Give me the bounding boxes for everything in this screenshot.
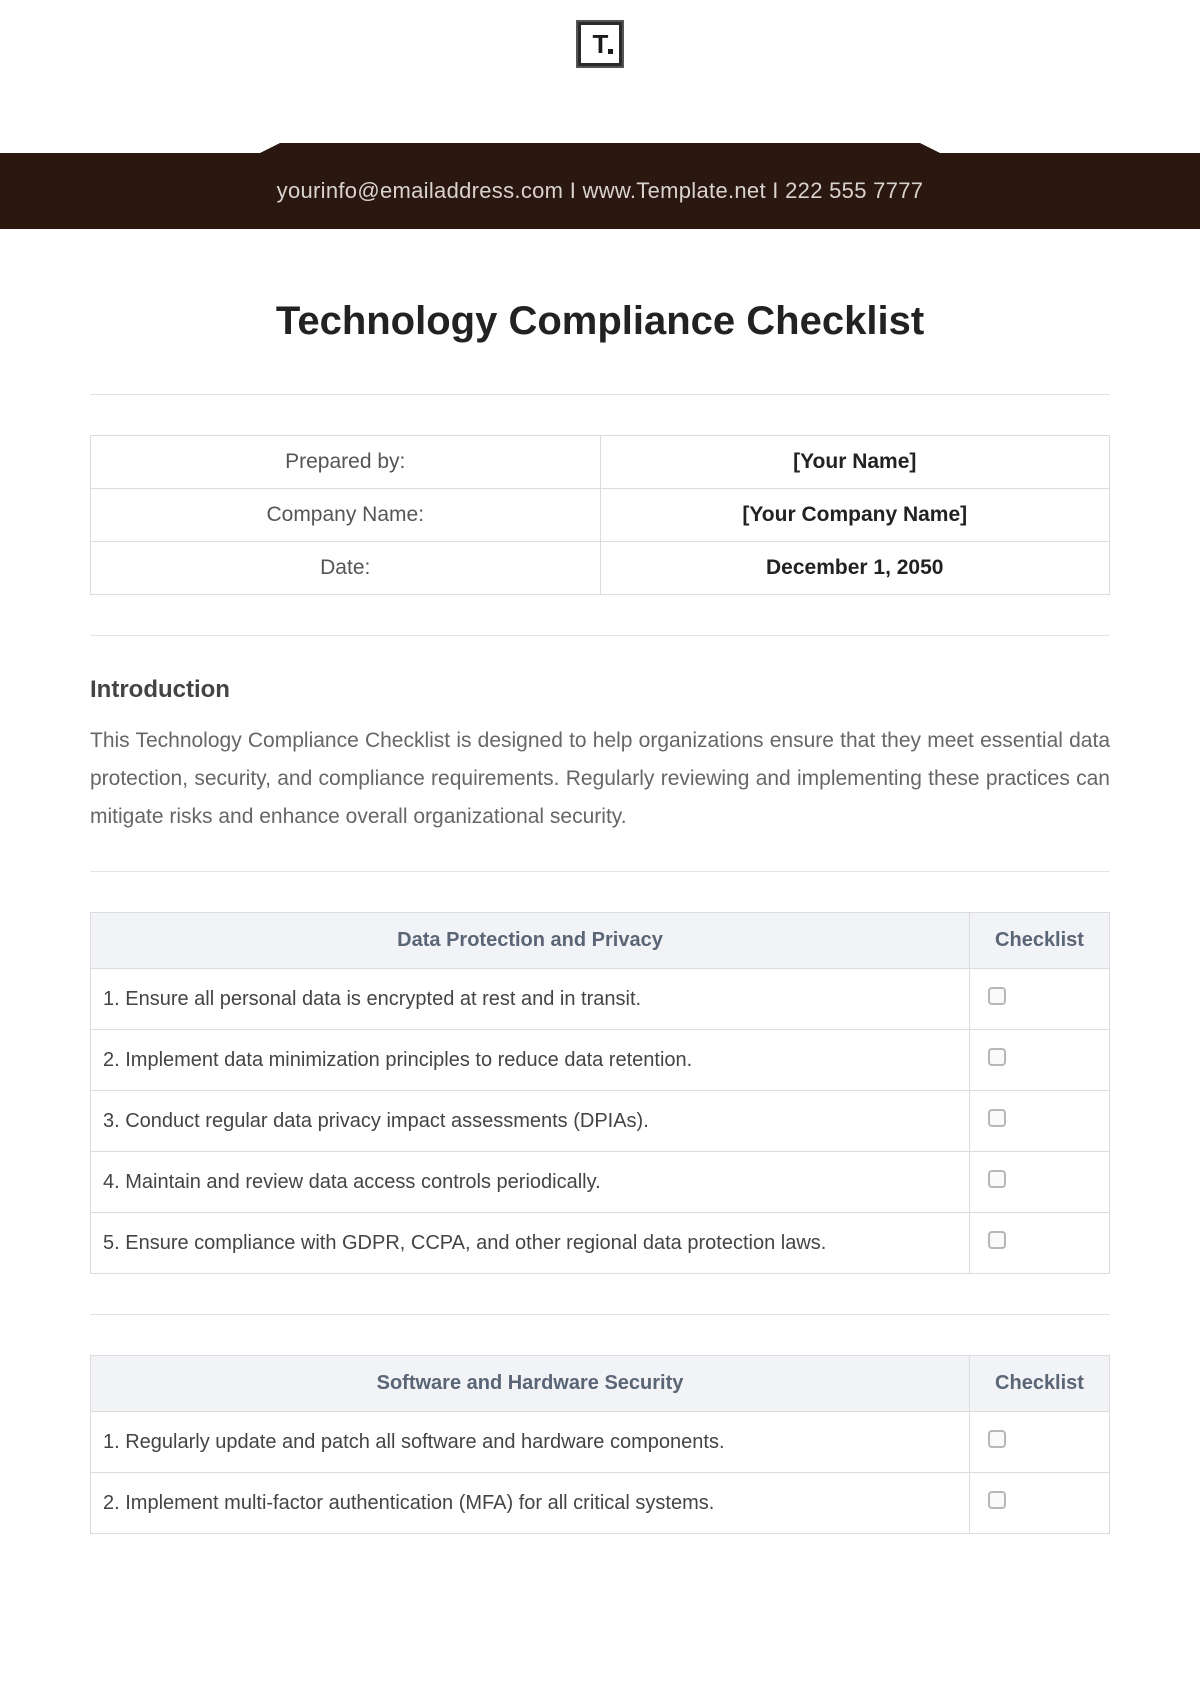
checklist-cell <box>970 1412 1110 1473</box>
checklist-cell <box>970 969 1110 1030</box>
divider <box>90 394 1110 395</box>
checklist-item-text: 5. Ensure compliance with GDPR, CCPA, an… <box>91 1213 970 1274</box>
checklist-table-1: Data Protection and Privacy Checklist 1.… <box>90 912 1110 1274</box>
column-header: Checklist <box>970 1356 1110 1412</box>
banner-phone: 222 555 7777 <box>785 178 923 203</box>
table-row: 2. Implement data minimization principle… <box>91 1030 1110 1091</box>
checkbox-icon[interactable] <box>988 1491 1006 1509</box>
banner-notch-right <box>920 143 940 153</box>
checkbox-icon[interactable] <box>988 987 1006 1005</box>
meta-label: Company Name: <box>91 489 601 542</box>
table-header-row: Data Protection and Privacy Checklist <box>91 913 1110 969</box>
table-row: Company Name: [Your Company Name] <box>91 489 1110 542</box>
header-banner: yourinfo@emailaddress.com I www.Template… <box>0 153 1200 229</box>
checkbox-icon[interactable] <box>988 1231 1006 1249</box>
logo-icon: T <box>576 20 624 68</box>
checklist-item-text: 4. Maintain and review data access contr… <box>91 1152 970 1213</box>
table-row: 1. Regularly update and patch all softwa… <box>91 1412 1110 1473</box>
intro-heading: Introduction <box>90 676 1110 704</box>
checkbox-icon[interactable] <box>988 1109 1006 1127</box>
checkbox-icon[interactable] <box>988 1170 1006 1188</box>
checklist-item-text: 2. Implement data minimization principle… <box>91 1030 970 1091</box>
checkbox-icon[interactable] <box>988 1430 1006 1448</box>
banner-notch-left <box>260 143 280 153</box>
banner-site: www.Template.net <box>583 178 766 203</box>
banner-email: yourinfo@emailaddress.com <box>277 178 564 203</box>
table-row: Prepared by: [Your Name] <box>91 436 1110 489</box>
divider <box>90 1314 1110 1315</box>
checklist-cell <box>970 1473 1110 1534</box>
banner-sep2: I <box>766 178 785 203</box>
checklist-cell <box>970 1091 1110 1152</box>
table-row: 2. Implement multi-factor authentication… <box>91 1473 1110 1534</box>
checklist-cell <box>970 1152 1110 1213</box>
checklist-item-text: 3. Conduct regular data privacy impact a… <box>91 1091 970 1152</box>
checklist-cell <box>970 1213 1110 1274</box>
banner-contact-line: yourinfo@emailaddress.com I www.Template… <box>277 178 924 204</box>
meta-value: [Your Company Name] <box>600 489 1110 542</box>
meta-table: Prepared by: [Your Name] Company Name: [… <box>90 435 1110 595</box>
divider <box>90 871 1110 872</box>
checklist-item-text: 1. Regularly update and patch all softwa… <box>91 1412 970 1473</box>
checklist-item-text: 2. Implement multi-factor authentication… <box>91 1473 970 1534</box>
table-row: 5. Ensure compliance with GDPR, CCPA, an… <box>91 1213 1110 1274</box>
column-header: Software and Hardware Security <box>91 1356 970 1412</box>
divider <box>90 635 1110 636</box>
column-header: Data Protection and Privacy <box>91 913 970 969</box>
table-row: Date: December 1, 2050 <box>91 542 1110 595</box>
meta-label: Prepared by: <box>91 436 601 489</box>
banner-sep: I <box>563 178 582 203</box>
logo-letter: T <box>581 25 619 63</box>
checkbox-icon[interactable] <box>988 1048 1006 1066</box>
intro-body: This Technology Compliance Checklist is … <box>90 722 1110 835</box>
meta-label: Date: <box>91 542 601 595</box>
page-title: Technology Compliance Checklist <box>90 299 1110 344</box>
table-header-row: Software and Hardware Security Checklist <box>91 1356 1110 1412</box>
table-row: 1. Ensure all personal data is encrypted… <box>91 969 1110 1030</box>
checklist-table-2: Software and Hardware Security Checklist… <box>90 1355 1110 1534</box>
column-header: Checklist <box>970 913 1110 969</box>
table-row: 4. Maintain and review data access contr… <box>91 1152 1110 1213</box>
checklist-cell <box>970 1030 1110 1091</box>
table-row: 3. Conduct regular data privacy impact a… <box>91 1091 1110 1152</box>
meta-value: [Your Name] <box>600 436 1110 489</box>
meta-value: December 1, 2050 <box>600 542 1110 595</box>
logo-area: T <box>0 0 1200 113</box>
checklist-item-text: 1. Ensure all personal data is encrypted… <box>91 969 970 1030</box>
